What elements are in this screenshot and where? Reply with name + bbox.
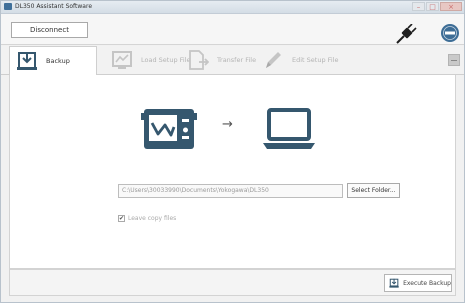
execute-backup-button[interactable]: Execute Backup bbox=[384, 274, 452, 292]
transfer-arrow: → bbox=[222, 117, 233, 132]
tab-backup[interactable]: Backup bbox=[9, 46, 97, 75]
load-setup-icon bbox=[112, 51, 132, 69]
maximize-button[interactable]: □ bbox=[426, 2, 439, 11]
recorder-icon bbox=[141, 109, 197, 149]
window-controls: – □ × bbox=[411, 2, 462, 11]
tab-transfer-file-label: Transfer File bbox=[217, 56, 257, 64]
tab-edit-setup-label: Edit Setup File bbox=[292, 56, 339, 64]
folder-path-input[interactable]: C:\Users\30033990\Documents\Yokogawa\DL3… bbox=[118, 184, 343, 198]
transfer-file-icon bbox=[189, 50, 209, 70]
edit-setup-icon bbox=[266, 52, 281, 68]
top-toolbar: Disconnect bbox=[1, 14, 464, 45]
leave-copy-checkbox[interactable]: ✔ bbox=[118, 215, 125, 222]
minimize-button[interactable]: – bbox=[412, 2, 425, 11]
execute-backup-label: Execute Backup bbox=[403, 279, 451, 287]
tab-backup-label: Backup bbox=[46, 57, 70, 65]
plug-icon[interactable] bbox=[395, 24, 417, 44]
backup-panel: → C:\Users\30033990\Documents\Yokogawa\D… bbox=[9, 75, 456, 269]
backup-icon bbox=[17, 52, 37, 70]
app-icon bbox=[4, 3, 12, 10]
leave-copy-label: Leave copy files bbox=[128, 215, 177, 222]
execute-backup-icon bbox=[389, 278, 399, 288]
app-window: DL350 Assistant Software – □ × Disconnec… bbox=[0, 0, 465, 303]
close-button[interactable]: × bbox=[440, 2, 462, 11]
select-folder-button[interactable]: Select Folder... bbox=[347, 183, 400, 198]
window-title: DL350 Assistant Software bbox=[15, 3, 93, 10]
title-bar: DL350 Assistant Software – □ × bbox=[1, 1, 464, 14]
pc-icon bbox=[263, 108, 315, 149]
tab-bar: Backup Load Setup File Transfer File Edi… bbox=[1, 46, 464, 75]
collapse-panel-button[interactable] bbox=[448, 54, 460, 66]
tab-load-setup-file[interactable]: Load Setup File bbox=[105, 46, 191, 74]
tab-transfer-file[interactable]: Transfer File bbox=[181, 46, 256, 74]
bottom-bar: Execute Backup bbox=[9, 269, 456, 296]
tab-edit-setup-file[interactable]: Edit Setup File bbox=[256, 46, 339, 74]
disconnect-button[interactable]: Disconnect bbox=[11, 22, 88, 38]
info-icon[interactable] bbox=[440, 23, 460, 43]
